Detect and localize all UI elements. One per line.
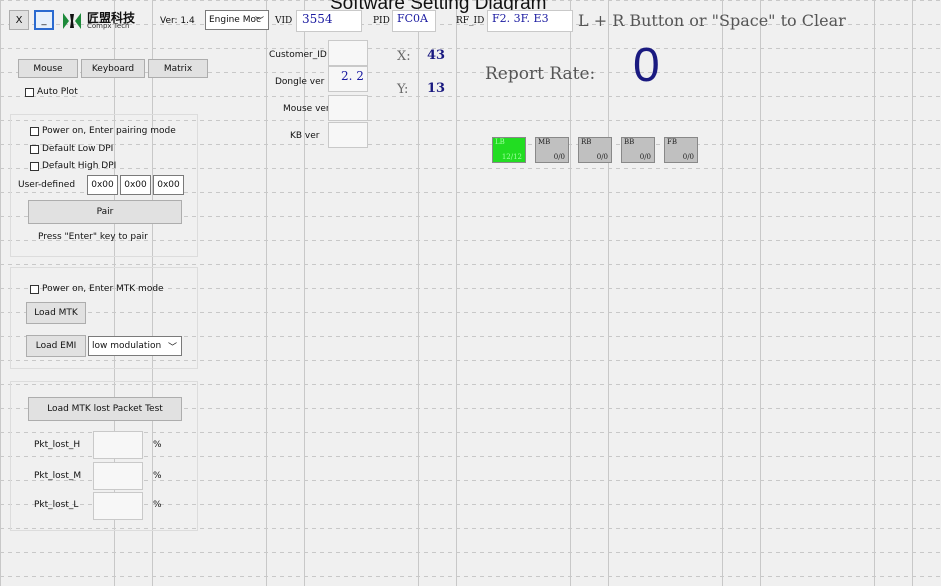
user-defined-label: User-defined [18,180,76,190]
mode-select[interactable]: Engine Moc ﹀ [205,10,269,30]
rb-counter-name: RB [581,138,592,146]
lb-counter: LB 12/12 [492,137,526,163]
checkbox-box[interactable] [30,161,39,171]
checkbox-box[interactable] [30,144,39,154]
mouse-ver-field[interactable] [328,95,368,121]
tab-keyboard[interactable]: Keyboard [81,59,145,78]
tab-mouse[interactable]: Mouse [18,59,78,78]
power-on-pair-label: Power on, Enter pairing mode [42,126,176,136]
mode-select-value: Engine Moc [209,15,261,25]
mb-counter-name: MB [538,138,551,146]
vid-label: VID [275,16,293,26]
low-dpi-checkbox[interactable]: Default Low DPI [30,144,113,154]
high-dpi-checkbox[interactable]: Default High DPI [30,161,116,171]
minimize-button[interactable]: _ [34,10,54,30]
hex-field-2[interactable]: 0x00 [120,175,151,195]
pair-hint: Press "Enter" key to pair [38,232,148,242]
emi-select[interactable]: low modulation ﹀ [88,336,182,356]
bb-counter: BB 0/0 [621,137,655,163]
mouse-ver-label: Mouse ver [283,104,330,114]
pair-button[interactable]: Pair [28,200,182,224]
rb-counter-value: 0/0 [596,153,608,161]
load-mtk-button[interactable]: Load MTK [26,302,86,324]
fb-counter: FB 0/0 [664,137,698,163]
hex-field-3[interactable]: 0x00 [153,175,184,195]
pkt-lost-m-field[interactable] [93,462,143,490]
pkt-lost-l-label: Pkt_lost_L [34,500,79,510]
x-value: 43 [427,48,446,63]
pid-label: PID [373,16,390,26]
pkt-lost-h-field[interactable] [93,431,143,459]
mb-counter: MB 0/0 [535,137,569,163]
fb-counter-name: FB [667,138,678,146]
rb-counter: RB 0/0 [578,137,612,163]
low-dpi-label: Default Low DPI [42,144,114,154]
logo-mark-icon [63,13,81,29]
bb-counter-name: BB [624,138,635,146]
y-value: 13 [427,81,446,96]
pkt-lost-h-unit: % [153,440,162,450]
mb-counter-value: 0/0 [553,153,565,161]
pkt-lost-l-unit: % [153,500,162,510]
power-on-mtk-label: Power on, Enter MTK mode [42,284,164,294]
customer-id-field[interactable] [328,40,368,66]
checkbox-box[interactable] [25,87,34,97]
y-label: Y: [397,82,409,97]
power-on-pair-checkbox[interactable]: Power on, Enter pairing mode [30,126,176,136]
lb-counter-name: LB [495,138,505,146]
load-emi-button[interactable]: Load EMI [26,335,86,357]
report-rate-label: Report Rate: [485,64,596,84]
dongle-ver-label: Dongle ver [275,77,325,87]
version-label: Ver: 1.4 [160,16,195,26]
chevron-down-icon: ﹀ [254,17,264,27]
checkbox-box[interactable] [30,284,39,294]
power-on-mtk-checkbox[interactable]: Power on, Enter MTK mode [30,284,164,294]
compx-logo: 匠盟科技 Compx Tech [61,10,151,32]
pkt-lost-l-field[interactable] [93,492,143,520]
checkbox-box[interactable] [30,126,39,136]
x-label: X: [397,49,411,64]
auto-plot-label: Auto Plot [37,87,78,97]
hex-field-1[interactable]: 0x00 [87,175,118,195]
tab-matrix[interactable]: Matrix [148,59,208,78]
clear-hint: L + R Button or "Space" to Clear [578,11,846,30]
chevron-down-icon: ﹀ [167,343,177,353]
emi-select-value: low modulation [92,341,162,351]
kb-ver-label: KB ver [290,131,320,141]
customer-id-label: Customer_ID [269,50,327,60]
high-dpi-label: Default High DPI [42,161,117,171]
report-rate-value: 0 [633,39,660,92]
pkt-lost-m-label: Pkt_lost_M [34,471,82,481]
pkt-lost-h-label: Pkt_lost_H [34,440,81,450]
fb-counter-value: 0/0 [682,153,694,161]
rfid-label: RF_ID [456,16,485,26]
vid-field[interactable]: 3554 [296,10,362,32]
close-button[interactable]: X [9,10,29,30]
load-mtk-lost-packet-button[interactable]: Load MTK lost Packet Test [28,397,182,421]
lb-counter-value: 12/12 [501,153,522,161]
pkt-lost-m-unit: % [153,471,162,481]
rfid-field[interactable]: F2. 3F. E3 [487,10,573,32]
logo-en-text: Compx Tech [87,22,130,30]
dongle-ver-field[interactable]: 2. 2 [328,66,368,92]
auto-plot-checkbox[interactable]: Auto Plot [25,87,78,97]
kb-ver-field[interactable] [328,122,368,148]
pid-field[interactable]: FC0A [392,10,436,32]
bb-counter-value: 0/0 [639,153,651,161]
